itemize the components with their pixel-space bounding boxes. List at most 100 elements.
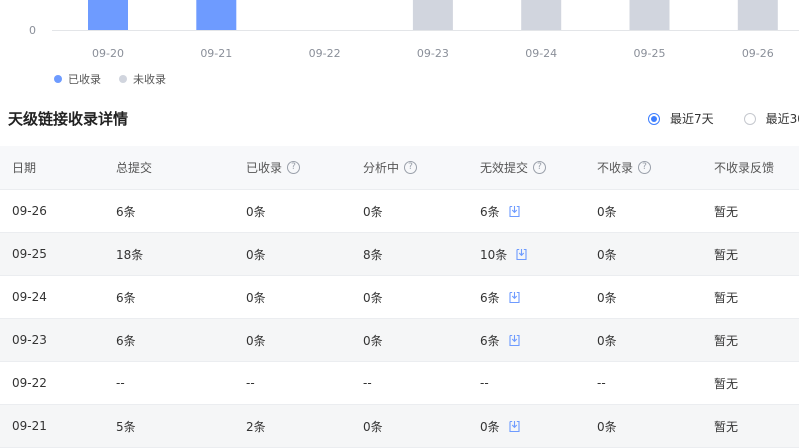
legend-label-not-indexed: 未收录 bbox=[133, 73, 166, 86]
cell-value: 6条 bbox=[116, 204, 136, 219]
range-option-30-days[interactable]: 最近30天 bbox=[743, 110, 799, 127]
cell-analyzing: 8条 bbox=[351, 246, 468, 263]
cell-not-indexed: 0条 bbox=[585, 332, 702, 349]
bar-09-23 bbox=[412, 0, 453, 30]
cell-analyzing: 0条 bbox=[351, 203, 468, 220]
cell-value: 6条 bbox=[116, 333, 136, 348]
legend-label-indexed: 已收录 bbox=[68, 73, 101, 86]
cell-value: 0条 bbox=[597, 247, 617, 262]
cell-indexed: 0条 bbox=[234, 332, 351, 349]
cell-not-indexed: 0条 bbox=[585, 246, 702, 263]
cell-value: 09-24 bbox=[12, 290, 47, 304]
table-row: 09-26 6条 0条 0条 6条 0条 暂无 bbox=[0, 190, 799, 233]
download-icon[interactable] bbox=[508, 205, 521, 218]
cell-value: -- bbox=[116, 376, 125, 390]
radio-30-days[interactable] bbox=[743, 112, 756, 125]
column-header-invalid: 无效提交? bbox=[468, 159, 585, 176]
cell-value: 暂无 bbox=[714, 333, 739, 348]
cell-value: 暂无 bbox=[714, 290, 739, 305]
cell-value: 8条 bbox=[363, 247, 383, 262]
bar-09-21 bbox=[196, 0, 237, 30]
x-tick-label: 09-21 bbox=[200, 47, 232, 60]
help-icon[interactable]: ? bbox=[533, 161, 547, 174]
cell-not-indexed: 0条 bbox=[585, 289, 702, 306]
cell-value: 暂无 bbox=[714, 204, 739, 219]
cell-value: 0条 bbox=[363, 204, 383, 219]
cell-indexed: 2条 bbox=[234, 418, 351, 435]
cell-value: 09-22 bbox=[12, 376, 47, 390]
cell-date: 09-25 bbox=[0, 247, 104, 261]
cell-value: 6条 bbox=[116, 290, 136, 305]
cell-not-indexed: 0条 bbox=[585, 418, 702, 435]
x-tick-label: 09-20 bbox=[92, 47, 124, 60]
cell-not-indexed: 0条 bbox=[585, 203, 702, 220]
daily-index-bar-chart: 0 09-20 09-21 09-22 09-23 09-24 09-25 09-26 bbox=[29, 0, 799, 60]
legend-item-not-indexed[interactable]: 未收录 bbox=[119, 71, 166, 87]
cell-value: -- bbox=[480, 376, 489, 390]
cell-value: 09-21 bbox=[12, 419, 47, 433]
bar-09-24 bbox=[521, 0, 562, 30]
cell-value: 0条 bbox=[597, 204, 617, 219]
cell-value: 0条 bbox=[597, 333, 617, 348]
table-row: 09-23 6条 0条 0条 6条 0条 暂无 bbox=[0, 319, 799, 362]
cell-not-indexed: -- bbox=[585, 376, 702, 390]
cell-total: 6条 bbox=[104, 332, 234, 349]
cell-total: -- bbox=[104, 376, 234, 390]
column-header-not-indexed: 不收录? bbox=[585, 159, 702, 176]
cell-value: 0条 bbox=[246, 247, 266, 262]
cell-value: 6条 bbox=[480, 333, 500, 348]
cell-value: 0条 bbox=[363, 333, 383, 348]
cell-value: 暂无 bbox=[714, 247, 739, 262]
cell-invalid: 0条 bbox=[468, 418, 585, 435]
cell-invalid: 10条 bbox=[468, 246, 585, 263]
cell-value: 09-26 bbox=[12, 204, 47, 218]
cell-invalid: -- bbox=[468, 376, 585, 390]
column-header-feedback: 不收录反馈 bbox=[702, 159, 799, 176]
cell-invalid: 6条 bbox=[468, 289, 585, 306]
cell-analyzing: 0条 bbox=[351, 332, 468, 349]
cell-value: 0条 bbox=[597, 419, 617, 434]
cell-total: 6条 bbox=[104, 289, 234, 306]
cell-invalid: 6条 bbox=[468, 332, 585, 349]
table-row: 09-22 -- -- -- -- -- 暂无 bbox=[0, 362, 799, 405]
cell-value: 09-23 bbox=[12, 333, 47, 347]
x-tick-label: 09-22 bbox=[309, 47, 341, 60]
column-header-label: 分析中 bbox=[363, 161, 400, 175]
y-tick-label: 0 bbox=[29, 24, 36, 37]
cell-value: 0条 bbox=[597, 290, 617, 305]
cell-indexed: 0条 bbox=[234, 203, 351, 220]
date-range-radio-group: 最近7天 最近30天 bbox=[648, 110, 799, 127]
column-header-label: 日期 bbox=[12, 161, 37, 175]
cell-value: 0条 bbox=[363, 290, 383, 305]
help-icon[interactable]: ? bbox=[287, 161, 301, 174]
cell-indexed: -- bbox=[234, 376, 351, 390]
cell-indexed: 0条 bbox=[234, 289, 351, 306]
x-tick-label: 09-26 bbox=[742, 47, 774, 60]
legend-item-indexed[interactable]: 已收录 bbox=[54, 71, 101, 87]
cell-value: 5条 bbox=[116, 419, 136, 434]
column-header-label: 不收录反馈 bbox=[714, 161, 775, 175]
cell-date: 09-21 bbox=[0, 419, 104, 433]
column-header-label: 总提交 bbox=[116, 161, 153, 175]
help-icon[interactable]: ? bbox=[638, 161, 652, 174]
cell-value: 2条 bbox=[246, 419, 266, 434]
chart-legend: 已收录 未收录 bbox=[54, 71, 166, 87]
help-icon[interactable]: ? bbox=[404, 161, 418, 174]
table-row: 09-24 6条 0条 0条 6条 0条 暂无 bbox=[0, 276, 799, 319]
cell-value: 0条 bbox=[246, 204, 266, 219]
cell-value: -- bbox=[246, 376, 255, 390]
cell-feedback: 暂无 bbox=[702, 289, 799, 306]
bar-09-20 bbox=[88, 0, 128, 30]
cell-date: 09-22 bbox=[0, 376, 104, 390]
cell-value: 18条 bbox=[116, 247, 144, 262]
download-icon[interactable] bbox=[515, 248, 528, 261]
cell-value: 0条 bbox=[363, 419, 383, 434]
download-icon[interactable] bbox=[508, 334, 521, 347]
column-header-label: 不收录 bbox=[597, 161, 634, 175]
radio-7-days[interactable] bbox=[648, 112, 660, 125]
download-icon[interactable] bbox=[508, 291, 521, 304]
download-icon[interactable] bbox=[508, 420, 521, 433]
range-option-7-days[interactable]: 最近7天 bbox=[648, 110, 714, 127]
cell-feedback: 暂无 bbox=[702, 332, 799, 349]
cell-date: 09-23 bbox=[0, 333, 104, 347]
